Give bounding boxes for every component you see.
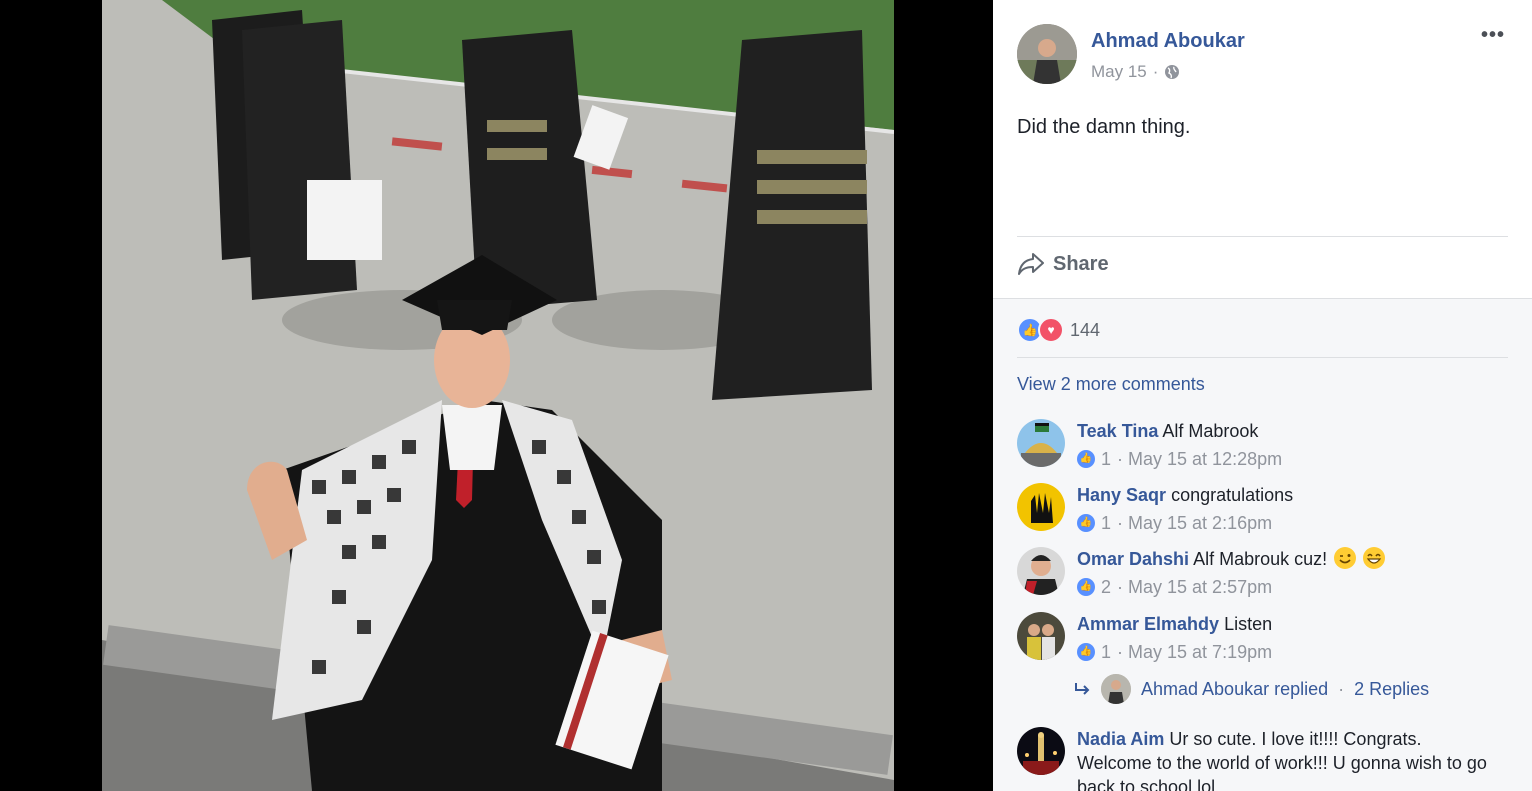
commenter-name[interactable]: Nadia Aim	[1077, 729, 1164, 749]
avatar-image	[1101, 674, 1131, 704]
view-more-comments-link[interactable]: View 2 more comments	[1017, 374, 1205, 395]
comment-time[interactable]: · May 15 at 7:19pm	[1117, 640, 1272, 664]
comment-meta: 👍 1 · May 15 at 2:16pm	[1077, 511, 1497, 535]
comment-text: Alf Mabrouk cuz!	[1193, 549, 1328, 569]
meta-separator: ·	[1152, 62, 1159, 81]
wink-emoji-icon	[1334, 547, 1357, 569]
love-reaction-icon: ♥	[1038, 317, 1064, 343]
comment-body: Nadia Aim Ur so cute. I love it!!!! Cong…	[1077, 727, 1497, 791]
reaction-count: 144	[1070, 319, 1101, 340]
comment-meta: 👍 1 · May 15 at 12:28pm	[1077, 447, 1497, 471]
share-icon	[1018, 253, 1044, 275]
commenter-avatar[interactable]	[1017, 483, 1065, 531]
comment-meta: 👍 1 · May 15 at 7:19pm	[1077, 640, 1497, 664]
replies-count-link[interactable]: 2 Replies	[1354, 679, 1429, 700]
globe-icon[interactable]	[1164, 64, 1180, 80]
like-icon: 👍	[1077, 450, 1095, 468]
replies-summary[interactable]: Ahmad Aboukar replied · 2 Replies	[1073, 674, 1429, 704]
post-date[interactable]: May 15	[1091, 62, 1147, 82]
commenter-avatar[interactable]	[1017, 419, 1065, 467]
commenter-avatar[interactable]	[1017, 727, 1065, 775]
comment-time[interactable]: · May 15 at 2:16pm	[1117, 511, 1272, 535]
comment-body: Teak Tina Alf Mabrook 👍 1 · May 15 at 12…	[1077, 419, 1497, 471]
replier-text[interactable]: Ahmad Aboukar replied	[1141, 679, 1328, 700]
avatar-image	[1017, 612, 1065, 660]
photo-viewer	[0, 0, 993, 791]
like-icon: 👍	[1077, 578, 1095, 596]
more-options-button[interactable]: •••	[1481, 24, 1505, 47]
avatar-image	[1017, 419, 1065, 467]
like-icon: 👍	[1077, 643, 1095, 661]
divider	[1017, 357, 1508, 358]
comment-like-count[interactable]: 1	[1101, 640, 1111, 664]
commenter-avatar[interactable]	[1017, 612, 1065, 660]
share-label: Share	[1053, 252, 1109, 275]
comment-meta: 👍 2 · May 15 at 2:57pm	[1077, 575, 1497, 599]
post-text: Did the damn thing.	[1017, 116, 1191, 138]
avatar-image	[1017, 727, 1065, 775]
like-icon: 👍	[1077, 514, 1095, 532]
post-meta: May 15 ·	[1091, 62, 1180, 82]
divider	[1017, 236, 1508, 237]
replier-avatar	[1101, 674, 1131, 704]
comment-like-count[interactable]: 2	[1101, 575, 1111, 599]
avatar-image	[1017, 483, 1065, 531]
comment-time[interactable]: · May 15 at 12:28pm	[1117, 447, 1282, 471]
share-button[interactable]: Share	[1017, 252, 1109, 276]
comment-body: Hany Saqr congratulations 👍 1 · May 15 a…	[1077, 483, 1497, 535]
grin-emoji-icon	[1363, 547, 1386, 569]
comment-body: Omar Dahshi Alf Mabrouk cuz! 👍 2 · May 1…	[1077, 547, 1497, 599]
reaction-summary[interactable]: 👍 ♥ 144	[1017, 317, 1100, 343]
comment-time[interactable]: · May 15 at 2:57pm	[1117, 575, 1272, 599]
photo-illustration	[102, 0, 894, 791]
post-sidebar: Ahmad Aboukar May 15 · ••• Did the damn …	[993, 0, 1532, 791]
comment-text: Listen	[1224, 614, 1273, 634]
avatar-image	[1017, 547, 1065, 595]
comment-like-count[interactable]: 1	[1101, 447, 1111, 471]
reply-separator: ·	[1338, 678, 1345, 699]
author-name[interactable]: Ahmad Aboukar	[1091, 30, 1245, 53]
reply-arrow-icon	[1075, 683, 1090, 695]
commenter-name[interactable]: Omar Dahshi	[1077, 549, 1189, 569]
comment-body: Ammar Elmahdy Listen 👍 1 · May 15 at 7:1…	[1077, 612, 1497, 664]
commenter-name[interactable]: Teak Tina	[1077, 421, 1158, 441]
avatar-image	[1017, 24, 1077, 84]
post-photo[interactable]	[102, 0, 894, 791]
comment-text: Alf Mabrook	[1162, 421, 1259, 441]
comments-section: 👍 ♥ 144 View 2 more comments Teak Tina A…	[993, 298, 1532, 791]
commenter-name[interactable]: Ammar Elmahdy	[1077, 614, 1219, 634]
author-avatar[interactable]	[1017, 24, 1077, 84]
commenter-avatar[interactable]	[1017, 547, 1065, 595]
comment-like-count[interactable]: 1	[1101, 511, 1111, 535]
comment-text: congratulations	[1171, 485, 1294, 505]
commenter-name[interactable]: Hany Saqr	[1077, 485, 1166, 505]
